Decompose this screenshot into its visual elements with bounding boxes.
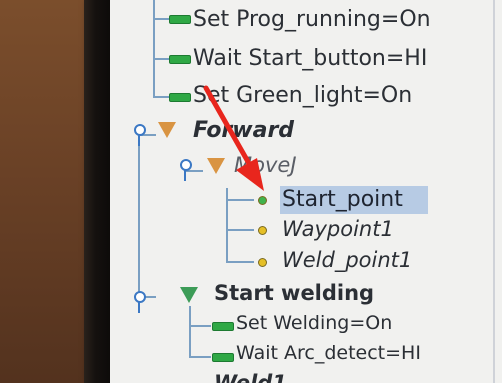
tree-node-waypoint1[interactable]: Waypoint1 <box>282 219 394 240</box>
set-command-icon <box>212 322 234 331</box>
movej-triangle-icon <box>207 158 225 174</box>
wait-command-icon <box>212 353 234 362</box>
tree-branch-line <box>189 356 211 358</box>
tree-branch-line <box>226 261 254 263</box>
panel-divider <box>493 0 495 383</box>
tree-branch-line <box>153 58 169 60</box>
monitor-bezel <box>84 0 112 383</box>
tree-node-start-point[interactable]: Start_point <box>282 189 403 211</box>
waypoint-dot-icon <box>258 226 267 235</box>
tree-node-set-green-light[interactable]: Set Green_light=On <box>193 85 412 107</box>
waypoint-dot-icon <box>258 258 267 267</box>
waypoint-dot-icon <box>258 196 267 205</box>
wait-command-icon <box>169 55 191 64</box>
folder-triangle-icon <box>158 122 176 138</box>
tree-branch-line <box>153 96 169 98</box>
expand-pin-icon[interactable] <box>178 159 192 181</box>
tree-node-set-welding[interactable]: Set Welding=On <box>236 314 392 333</box>
tree-branch-line <box>226 199 254 201</box>
tree-node-forward[interactable]: Forward <box>193 120 294 142</box>
tree-branch-line <box>189 325 211 327</box>
tree-branch-line <box>153 0 155 98</box>
tree-node-weld1[interactable]: Weld1 <box>214 373 287 383</box>
tree-branch-line <box>226 229 254 231</box>
tree-node-wait-arc-detect[interactable]: Wait Arc_detect=HI <box>236 344 421 363</box>
tree-branch-line <box>138 130 140 300</box>
expand-pin-icon[interactable] <box>132 291 146 313</box>
expand-pin-icon[interactable] <box>132 124 146 146</box>
tree-node-weld-point1[interactable]: Weld_point1 <box>282 250 412 271</box>
set-command-icon <box>169 15 191 24</box>
tree-branch-line <box>189 306 191 358</box>
program-tree-panel: Set Prog_running=On Wait Start_button=HI… <box>110 0 502 383</box>
tree-node-wait-start-button[interactable]: Wait Start_button=HI <box>193 48 427 70</box>
folder-triangle-icon <box>180 287 198 303</box>
tree-node-start-welding[interactable]: Start welding <box>214 283 374 304</box>
set-command-icon <box>169 93 191 102</box>
tree-branch-line <box>153 18 169 20</box>
tree-node-set-prog-running[interactable]: Set Prog_running=On <box>193 9 431 31</box>
tree-node-movej[interactable]: MoveJ <box>234 155 297 176</box>
desk-background <box>0 0 96 383</box>
